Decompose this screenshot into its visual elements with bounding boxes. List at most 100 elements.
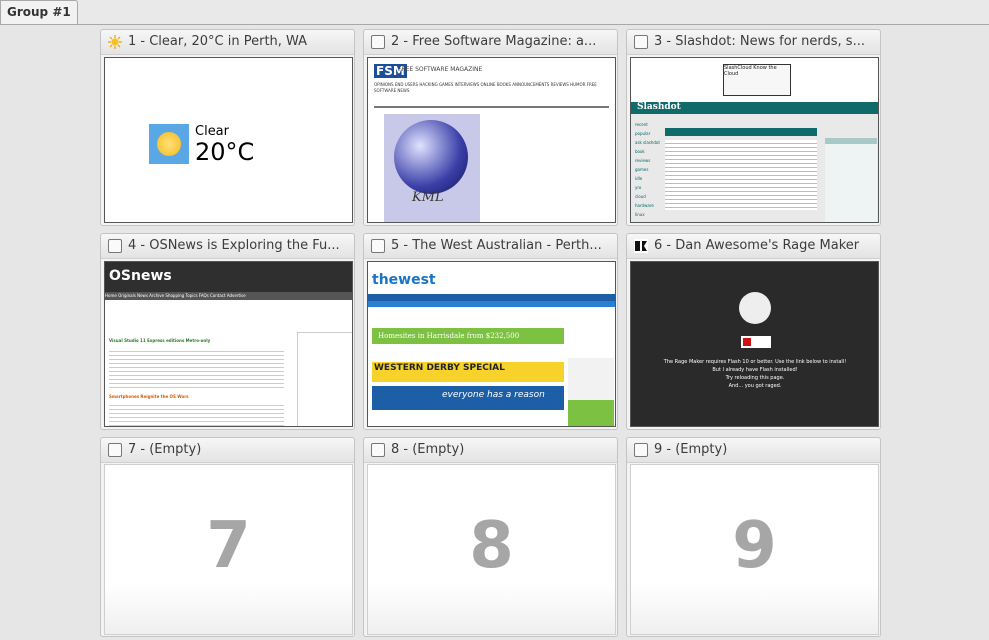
tile-header: 4 - OSNews is Exploring the Fu... [101, 234, 354, 259]
tile-header: 3 - Slashdot: News for nerds, s... [627, 30, 880, 55]
sidebar-item: recent [635, 122, 648, 127]
notice-line: But I already have Flash installed! [712, 367, 798, 373]
story-title: Smartphones Reignite the OS Wars [109, 394, 189, 399]
tile-title: 5 - The West Australian - Perth... [391, 238, 602, 253]
sidebar-item: games [635, 167, 649, 172]
sidebar-item: idle [635, 176, 643, 181]
flash-badge [741, 336, 771, 348]
nav-bar: Home Originals News Archive Shopping Top… [105, 292, 352, 300]
page-header: OSnews [105, 262, 352, 292]
tile-header: 9 - (Empty) [627, 438, 880, 463]
story-text [109, 402, 284, 426]
tile-header: 5 - The West Australian - Perth... [364, 234, 617, 259]
story-header [665, 128, 817, 136]
ad-banner: SlashCloud Know the Cloud [723, 64, 791, 96]
tab-tile-6[interactable]: 6 - Dan Awesome's Rage Maker The Rage Ma… [626, 233, 881, 430]
tab-group-1[interactable]: Group #1 [0, 0, 78, 24]
tile-thumbnail[interactable]: 9 [630, 464, 879, 635]
rage-maker-icon [634, 239, 648, 253]
sidebar-item: yro [635, 185, 642, 190]
sidebar-item: hardware [635, 203, 654, 208]
page-icon [634, 35, 648, 49]
tile-thumbnail[interactable]: Clear 20°C [104, 57, 353, 223]
weather-condition: Clear [195, 124, 229, 139]
tile-thumbnail[interactable]: SlashCloud Know the Cloud Slashdot recen… [630, 57, 879, 223]
weather-sun-icon [108, 35, 122, 49]
nav-bar [368, 294, 615, 301]
tile-thumbnail[interactable]: 8 [367, 464, 616, 635]
tile-header: 2 - Free Software Magazine: a... [364, 30, 617, 55]
reload-link[interactable]: Try reloading this page. [637, 374, 873, 382]
fsm-tagline: FREE SOFTWARE MAGAZINE [398, 66, 483, 73]
hbf-text: everyone has a reason [442, 390, 545, 400]
tile-title: 7 - (Empty) [128, 442, 202, 457]
side-ad [568, 400, 614, 426]
tile-header: 6 - Dan Awesome's Rage Maker [627, 234, 880, 259]
sub-nav-bar [368, 301, 615, 307]
tab-tile-9[interactable]: 9 - (Empty) 9 [626, 437, 881, 637]
site-logo: Slashdot [637, 102, 681, 112]
tab-tile-8[interactable]: 8 - (Empty) 8 [363, 437, 618, 637]
sidebar-item: popular [635, 131, 651, 136]
empty-slot-number: 7 [206, 509, 251, 583]
tile-thumbnail[interactable]: thewest Homesites in Harrisdale from $23… [367, 261, 616, 427]
page-icon [371, 443, 385, 457]
notice-line: The Rage Maker requires Flash 10 or bett… [663, 359, 847, 365]
empty-slot-number: 9 [732, 509, 777, 583]
hbf-banner: everyone has a reason [372, 386, 564, 410]
derby-banner: WESTERN DERBY SPECIAL [372, 362, 564, 382]
tile-header: 1 - Clear, 20°C in Perth, WA [101, 30, 354, 55]
site-logo: OSnews [109, 268, 172, 284]
tab-bar: Group #1 [0, 0, 989, 25]
page-icon [634, 443, 648, 457]
tab-tile-2[interactable]: 2 - Free Software Magazine: a... FSM FRE… [363, 29, 618, 226]
tab-tile-1[interactable]: 1 - Clear, 20°C in Perth, WA Clear 20°C [100, 29, 355, 226]
kml-image: KML [384, 114, 480, 222]
tile-header: 8 - (Empty) [364, 438, 617, 463]
tab-tile-5[interactable]: 5 - The West Australian - Perth... thewe… [363, 233, 618, 430]
tile-thumbnail[interactable]: OSnews Home Originals News Archive Shopp… [104, 261, 353, 427]
page-icon [371, 35, 385, 49]
tab-tile-3[interactable]: 3 - Slashdot: News for nerds, s... Slash… [626, 29, 881, 226]
tile-header: 7 - (Empty) [101, 438, 354, 463]
page-icon [108, 239, 122, 253]
tab-tile-7[interactable]: 7 - (Empty) 7 [100, 437, 355, 637]
derby-title: WESTERN DERBY SPECIAL [374, 363, 505, 373]
tile-thumbnail[interactable]: 7 [104, 464, 353, 635]
fsm-nav: OPINIONS END USERS HACKING GAMES INTERVI… [374, 82, 597, 93]
site-logo: thewest [372, 272, 436, 288]
empty-slot-number: 8 [469, 509, 514, 583]
troll-face-icon [739, 292, 771, 324]
story-text [109, 348, 284, 388]
sidebar: recent popular ask slashdot book reviews… [635, 120, 661, 219]
tab-tile-4[interactable]: 4 - OSNews is Exploring the Fu... OSnews… [100, 233, 355, 430]
tile-title: 2 - Free Software Magazine: a... [391, 34, 597, 49]
flash-notice: The Rage Maker requires Flash 10 or bett… [637, 358, 873, 390]
tab-groups-grid: 1 - Clear, 20°C in Perth, WA Clear 20°C … [100, 29, 887, 640]
globe-icon [394, 120, 468, 194]
divider [374, 106, 609, 108]
weather-icon [149, 124, 189, 164]
tile-title: 6 - Dan Awesome's Rage Maker [654, 238, 860, 253]
sidebar-item: cloud [635, 194, 646, 199]
page-icon [371, 239, 385, 253]
tile-title: 3 - Slashdot: News for nerds, s... [654, 34, 865, 49]
tile-thumbnail[interactable]: The Rage Maker requires Flash 10 or bett… [630, 261, 879, 427]
notice-line: And... you got raged. [728, 383, 782, 389]
tile-thumbnail[interactable]: FSM FREE SOFTWARE MAGAZINE OPINIONS END … [367, 57, 616, 223]
poll-box [825, 138, 877, 222]
sidebar-item: ask slashdot [635, 140, 660, 145]
page-icon [108, 443, 122, 457]
tile-title: 4 - OSNews is Exploring the Fu... [128, 238, 340, 253]
page-header: SlashCloud Know the Cloud [631, 58, 878, 102]
sidebar-item: linux [635, 212, 645, 217]
story-title: Visual Studio 11 Express editions Metro-… [109, 338, 211, 343]
sidebar-item: book reviews [635, 149, 651, 163]
tile-title: 8 - (Empty) [391, 442, 465, 457]
sidebar [297, 332, 352, 426]
kml-label: KML [412, 190, 444, 205]
story-text [665, 140, 817, 210]
tile-title: 9 - (Empty) [654, 442, 728, 457]
tile-title: 1 - Clear, 20°C in Perth, WA [128, 34, 308, 49]
weather-temperature: 20°C [195, 138, 255, 166]
